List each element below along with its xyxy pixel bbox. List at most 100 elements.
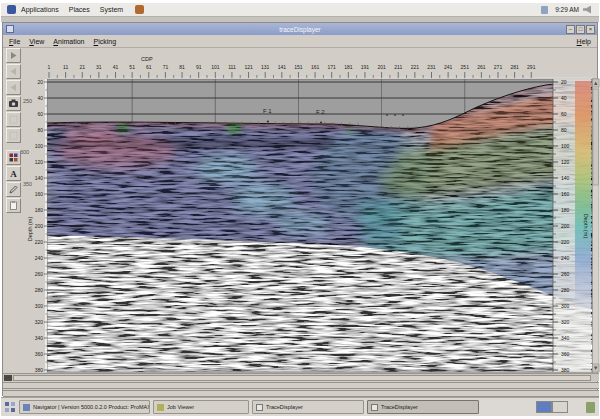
- status-bar-1: [3, 382, 599, 389]
- text-button[interactable]: A: [6, 166, 21, 181]
- seismic-section-canvas[interactable]: F 1F 2CDP1112131415161718191101111121131…: [23, 47, 600, 395]
- menu-help[interactable]: Help: [577, 38, 591, 45]
- workspace-grid-icon[interactable]: [5, 402, 15, 412]
- applications-menu[interactable]: Applications: [21, 6, 59, 13]
- svg-text:80: 80: [37, 127, 43, 133]
- svg-text:161: 161: [311, 64, 320, 70]
- svg-text:61: 61: [146, 64, 152, 70]
- svg-text:11: 11: [63, 64, 68, 70]
- svg-text:191: 191: [361, 64, 370, 70]
- pencil-button[interactable]: [6, 182, 21, 197]
- svg-text:60: 60: [37, 111, 43, 117]
- svg-text:20: 20: [37, 79, 43, 85]
- svg-text:271: 271: [494, 64, 503, 70]
- svg-text:200: 200: [561, 223, 570, 229]
- trace-display-window: traceDisplayer –□× File View Animation Pick…: [2, 22, 598, 396]
- svg-text:160: 160: [561, 191, 570, 197]
- svg-text:360: 360: [561, 351, 570, 357]
- svg-text:340: 340: [35, 335, 44, 341]
- svg-text:21: 21: [79, 64, 85, 70]
- svg-text:220: 220: [35, 239, 44, 245]
- volume-icon[interactable]: [583, 6, 591, 14]
- clipboard-button[interactable]: [6, 198, 21, 213]
- right-axis-title: Depth (m): [583, 214, 589, 239]
- system-menu[interactable]: System: [100, 6, 123, 13]
- svg-text:320: 320: [35, 319, 44, 325]
- svg-text:141: 141: [278, 64, 287, 70]
- svg-text:240: 240: [561, 255, 570, 261]
- window-titlebar[interactable]: traceDisplayer –□×: [3, 23, 597, 35]
- depth-colorbar-panel: 2040608010012014016018020022024026028030…: [553, 79, 591, 373]
- horizontal-scrollbar[interactable]: [3, 373, 599, 381]
- svg-text:251: 251: [461, 64, 470, 70]
- places-menu[interactable]: Places: [69, 6, 90, 13]
- svg-text:200: 200: [35, 223, 44, 229]
- window-title: traceDisplayer: [3, 26, 597, 33]
- fault-label-f1: F 1: [263, 108, 272, 114]
- taskbar-item-tracedisplayer-2[interactable]: TraceDisplayer: [367, 400, 479, 414]
- notification-icon[interactable]: [541, 6, 548, 14]
- prev2-button[interactable]: [6, 80, 21, 95]
- taskbar-item-job-viewer[interactable]: Job Viewer: [153, 400, 249, 414]
- tracedisplayer-icon: [256, 404, 263, 411]
- scrollbar-corner[interactable]: [4, 375, 12, 381]
- svg-text:121: 121: [244, 64, 253, 70]
- taskbar-item-tracedisplayer-1[interactable]: TraceDisplayer: [252, 400, 364, 414]
- clock[interactable]: 9:29 AM: [555, 6, 579, 13]
- svg-text:201: 201: [377, 64, 386, 70]
- elevation-label-1: 250: [23, 98, 32, 104]
- svg-text:140: 140: [35, 175, 44, 181]
- svg-text:100: 100: [561, 143, 570, 149]
- svg-text:40: 40: [37, 95, 43, 101]
- left-toolbar: A: [4, 47, 21, 213]
- svg-text:100: 100: [35, 143, 44, 149]
- menu-file[interactable]: File: [9, 38, 20, 45]
- svg-text:181: 181: [344, 64, 353, 70]
- svg-text:221: 221: [411, 64, 420, 70]
- svg-text:91: 91: [196, 64, 202, 70]
- svg-text:291: 291: [527, 64, 536, 70]
- menu-animation[interactable]: Animation: [53, 38, 84, 45]
- navigator-icon: [23, 404, 30, 411]
- elevation-label-3: 350: [23, 181, 32, 187]
- hscroll-thumb[interactable]: [13, 375, 591, 381]
- prev-button[interactable]: [6, 64, 21, 79]
- svg-text:260: 260: [561, 271, 570, 277]
- svg-text:360: 360: [35, 351, 44, 357]
- status-bar-2: [3, 390, 599, 397]
- svg-text:160: 160: [35, 191, 44, 197]
- launcher-icon[interactable]: [135, 5, 144, 14]
- blank2-icon: [8, 127, 19, 145]
- svg-text:380: 380: [561, 367, 570, 373]
- blank2-button[interactable]: [6, 128, 21, 143]
- svg-text:31: 31: [96, 64, 102, 70]
- svg-text:81: 81: [179, 64, 185, 70]
- svg-text:120: 120: [561, 159, 570, 165]
- blank1-button[interactable]: [6, 112, 21, 127]
- taskbar-item-navigator[interactable]: Navigator | Version 5000.0.2.0 Product: …: [19, 400, 150, 414]
- vertical-scrollbar[interactable]: [593, 79, 600, 372]
- job-viewer-icon: [157, 404, 164, 411]
- svg-text:1: 1: [48, 64, 51, 70]
- menu-picking[interactable]: Picking: [94, 38, 117, 45]
- trash-icon[interactable]: [586, 402, 595, 413]
- taskbar: Navigator | Version 5000.0.2.0 Product: …: [1, 397, 599, 416]
- play-button[interactable]: [6, 48, 21, 63]
- camera-button[interactable]: [6, 96, 21, 111]
- workspace-2[interactable]: [552, 401, 568, 413]
- left-depth-axis: 2040608010012014016018020022024026028030…: [27, 79, 47, 373]
- svg-text:280: 280: [561, 287, 570, 293]
- svg-text:240: 240: [35, 255, 44, 261]
- svg-text:260: 260: [35, 271, 44, 277]
- workspace-1[interactable]: [536, 401, 552, 413]
- cdp-axis: CDP1112131415161718191101111121131141151…: [48, 56, 536, 78]
- svg-text:A: A: [10, 169, 17, 179]
- elevation-label-2: 300: [20, 149, 29, 155]
- palette-button[interactable]: [6, 150, 21, 165]
- svg-text:51: 51: [129, 64, 135, 70]
- menu-view[interactable]: View: [29, 38, 44, 45]
- svg-text:281: 281: [510, 64, 519, 70]
- svg-text:180: 180: [561, 207, 570, 213]
- distro-logo-icon[interactable]: [7, 5, 16, 14]
- svg-text:241: 241: [444, 64, 453, 70]
